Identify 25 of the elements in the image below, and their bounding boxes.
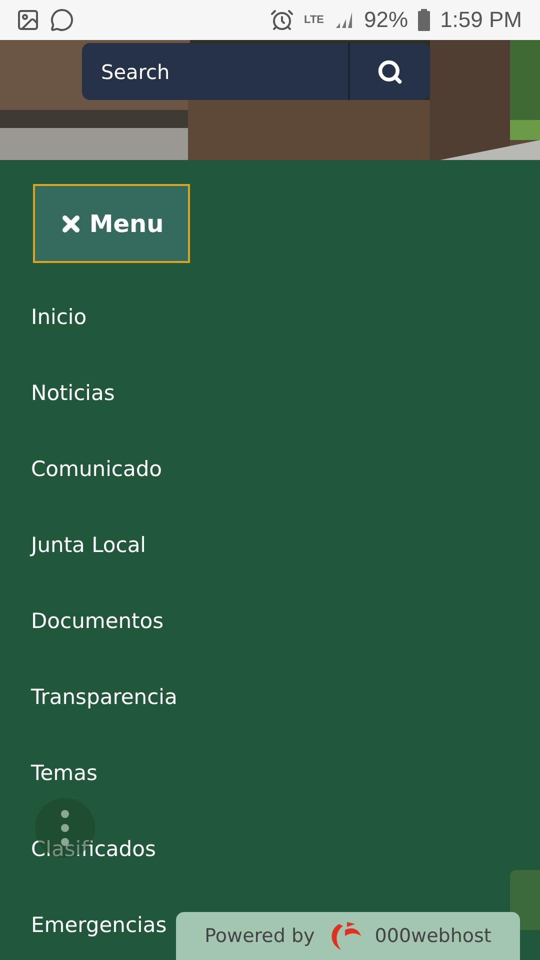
- signal-icon: [334, 10, 354, 30]
- menu-toggle-button[interactable]: Menu: [33, 184, 190, 263]
- search-field[interactable]: Search: [82, 43, 348, 100]
- side-tab[interactable]: [510, 870, 540, 930]
- alarm-icon: [270, 8, 294, 32]
- nav-link[interactable]: Inicio: [31, 303, 87, 331]
- powered-by-banner[interactable]: Powered by 000webhost: [176, 912, 520, 960]
- nav-link[interactable]: Transparencia: [31, 683, 178, 711]
- network-type: LTE: [304, 14, 324, 26]
- clock-time: 1:59 PM: [440, 7, 522, 33]
- battery-level: 92%: [364, 7, 408, 33]
- gallery-icon: [16, 8, 40, 32]
- search-button[interactable]: [348, 43, 430, 100]
- nav-link[interactable]: Temas: [31, 759, 98, 787]
- search-icon: [377, 58, 403, 84]
- chat-icon: [50, 8, 74, 32]
- nav-link[interactable]: Noticias: [31, 379, 115, 407]
- nav-link[interactable]: Emergencias: [31, 911, 167, 939]
- nav-link[interactable]: Junta Local: [31, 531, 146, 559]
- battery-icon: [418, 9, 430, 31]
- brand-name: 000webhost: [374, 925, 492, 947]
- nav-link[interactable]: Clasificados: [31, 835, 156, 863]
- nav-link[interactable]: Documentos: [31, 607, 164, 635]
- nav-link[interactable]: Comunicado: [31, 455, 162, 483]
- powered-by-label: Powered by: [204, 925, 315, 947]
